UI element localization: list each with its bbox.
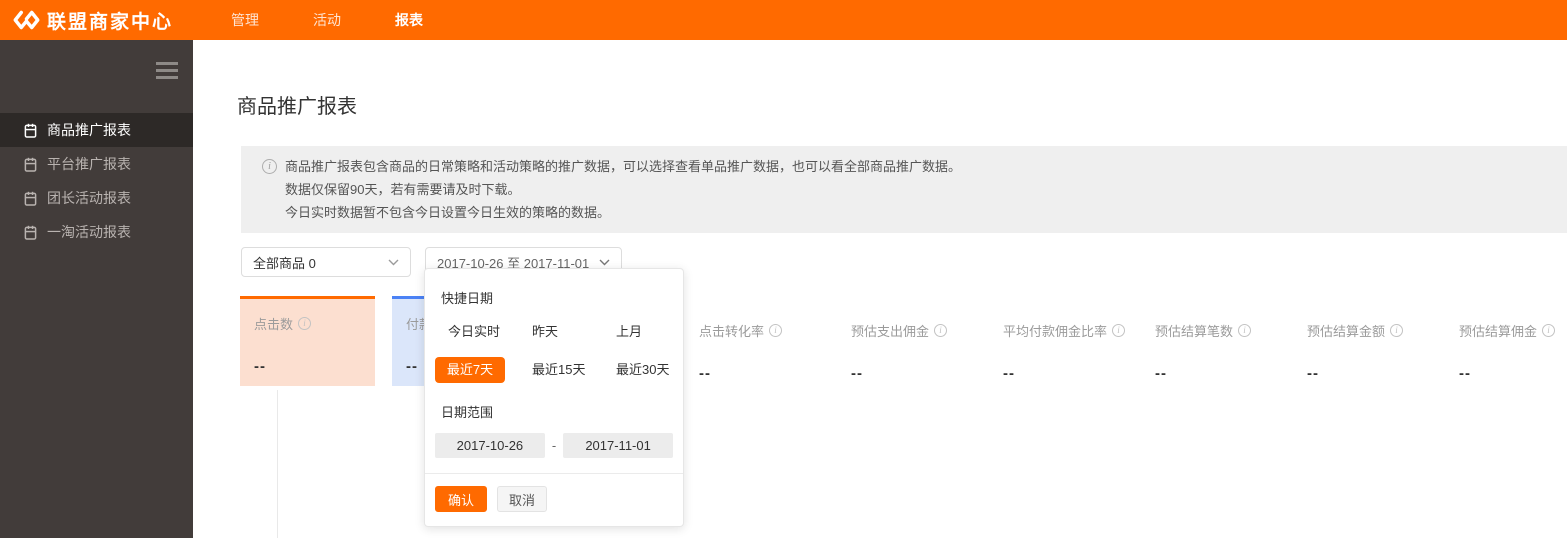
notice-line: 商品推广报表包含商品的日常策略和活动策略的推广数据，可以选择查看单品推广数据，也… <box>285 159 962 174</box>
metric-label: 预估结算笔数 <box>1155 324 1234 339</box>
sidebar-item-product-report[interactable]: 商品推广报表 <box>0 113 193 147</box>
sidebar-collapse-icon[interactable] <box>156 62 178 79</box>
info-icon[interactable] <box>1542 324 1556 337</box>
info-icon[interactable] <box>298 317 312 330</box>
notice-line: 数据仅保留90天，若有需要请及时下载。 <box>285 182 521 197</box>
sidebar: 商品推广报表 平台推广报表 团长活动报表 一淘活动报表 <box>0 40 193 538</box>
quick-option-last-month[interactable]: 上月 <box>603 319 642 345</box>
info-icon[interactable] <box>934 324 948 337</box>
notice-line: 今日实时数据暂不包含今日设置今日生效的策略的数据。 <box>285 205 611 220</box>
metric-value: -- <box>851 365 863 382</box>
chevron-down-icon <box>388 259 399 266</box>
report-doc-icon <box>24 191 37 206</box>
metric-col-est-settle-count: 预估结算笔数 -- <box>1152 296 1304 386</box>
metric-col-click-cvr: 点击转化率 -- <box>696 296 848 386</box>
sidebar-item-label: 团长活动报表 <box>47 190 131 206</box>
metric-est-settle-amount[interactable]: 预估结算金额 -- <box>1304 296 1456 382</box>
chevron-down-icon <box>599 259 610 266</box>
sidebar-item-label: 一淘活动报表 <box>47 224 131 240</box>
metric-click-cvr[interactable]: 点击转化率 -- <box>696 296 848 382</box>
cancel-button[interactable]: 取消 <box>497 486 547 512</box>
metric-col-clicks: 点击数 -- <box>240 296 392 386</box>
report-doc-icon <box>24 123 37 138</box>
sidebar-item-label: 商品推广报表 <box>47 122 131 138</box>
alimama-infinity-icon <box>13 8 40 32</box>
top-nav: 管理 活动 报表 <box>229 0 425 40</box>
date-range-label: 日期范围 <box>441 405 494 420</box>
date-range-inputs: 2017-10-26 - 2017-11-01 <box>435 433 673 458</box>
start-date-input[interactable]: 2017-10-26 <box>435 433 545 458</box>
quick-date-row-1: 今日实时 昨天 上月 <box>435 319 673 345</box>
metric-label: 点击数 <box>254 317 294 332</box>
sidebar-item-etao-activity-report[interactable]: 一淘活动报表 <box>0 215 193 249</box>
metric-label: 点击转化率 <box>699 324 765 339</box>
metric-col-est-settle-amount: 预估结算金额 -- <box>1304 296 1456 386</box>
metric-avg-commission-rate[interactable]: 平均付款佣金比率 -- <box>1000 296 1152 382</box>
brand-logo[interactable]: 联盟商家中心 <box>13 7 173 34</box>
quick-option-last-30-days[interactable]: 最近30天 <box>603 357 669 383</box>
quick-option-last-15-days[interactable]: 最近15天 <box>519 357 585 383</box>
app-window: 联盟商家中心 管理 活动 报表 商品推广报表 平台推广报表 团长活动报表 一淘活… <box>0 0 1567 538</box>
nav-item-report[interactable]: 报表 <box>393 0 425 40</box>
metric-est-settle-commission[interactable]: 预估结算佣金 -- <box>1456 296 1567 382</box>
metric-est-spend-commission[interactable]: 预估支出佣金 -- <box>848 296 1000 382</box>
info-icon[interactable] <box>1390 324 1404 337</box>
info-icon <box>262 159 277 174</box>
date-range-separator: - <box>551 438 557 453</box>
notice-banner: 商品推广报表包含商品的日常策略和活动策略的推广数据，可以选择查看单品推广数据，也… <box>241 146 1567 233</box>
nav-item-activity[interactable]: 活动 <box>311 0 343 40</box>
info-icon[interactable] <box>1238 324 1252 337</box>
metric-value: -- <box>699 365 711 382</box>
confirm-button[interactable]: 确认 <box>435 486 487 512</box>
metric-value: -- <box>1155 365 1167 382</box>
quick-date-label: 快捷日期 <box>441 291 494 306</box>
metric-value: -- <box>1459 365 1471 382</box>
metric-col-est-spend-commission: 预估支出佣金 -- <box>848 296 1000 386</box>
nav-item-manage[interactable]: 管理 <box>229 0 261 40</box>
end-date-input[interactable]: 2017-11-01 <box>563 433 673 458</box>
brand-title: 联盟商家中心 <box>47 11 174 33</box>
metric-label: 预估结算金额 <box>1307 324 1386 339</box>
quick-option-last-7-days[interactable]: 最近7天 <box>435 357 505 383</box>
report-doc-icon <box>24 225 37 240</box>
chart-left-axis-line <box>277 390 278 538</box>
quick-option-yesterday[interactable]: 昨天 <box>519 319 558 345</box>
metric-label: 平均付款佣金比率 <box>1003 324 1108 339</box>
sidebar-item-label: 平台推广报表 <box>47 156 131 172</box>
metric-col-est-settle-commission: 预估结算佣金 -- <box>1456 296 1567 386</box>
metric-est-settle-count[interactable]: 预估结算笔数 -- <box>1152 296 1304 382</box>
metric-value: -- <box>254 358 266 375</box>
metric-card-clicks[interactable]: 点击数 -- <box>240 296 375 386</box>
info-icon[interactable] <box>1112 324 1126 337</box>
top-header: 联盟商家中心 管理 活动 报表 <box>0 0 1567 40</box>
date-picker-popup: 快捷日期 今日实时 昨天 上月 最近7天 最近15天 最近30天 日期范围 20… <box>424 268 684 527</box>
popup-footer: 确认 取消 <box>435 474 673 526</box>
sidebar-item-platform-report[interactable]: 平台推广报表 <box>0 147 193 181</box>
product-select[interactable]: 全部商品 0 <box>241 247 411 277</box>
report-doc-icon <box>24 157 37 172</box>
metric-label: 预估结算佣金 <box>1459 324 1538 339</box>
quick-date-row-2: 最近7天 最近15天 最近30天 <box>435 357 673 383</box>
metric-value: -- <box>1307 365 1319 382</box>
quick-option-today-realtime[interactable]: 今日实时 <box>435 319 500 345</box>
main-content: 商品推广报表 商品推广报表包含商品的日常策略和活动策略的推广数据，可以选择查看单… <box>193 40 1567 538</box>
metric-col-avg-commission-rate: 平均付款佣金比率 -- <box>1000 296 1152 386</box>
page-title: 商品推广报表 <box>237 96 357 118</box>
metric-label: 预估支出佣金 <box>851 324 930 339</box>
info-icon[interactable] <box>769 324 783 337</box>
product-select-value: 全部商品 0 <box>253 255 316 271</box>
sidebar-item-leader-activity-report[interactable]: 团长活动报表 <box>0 181 193 215</box>
metric-value: -- <box>1003 365 1015 382</box>
